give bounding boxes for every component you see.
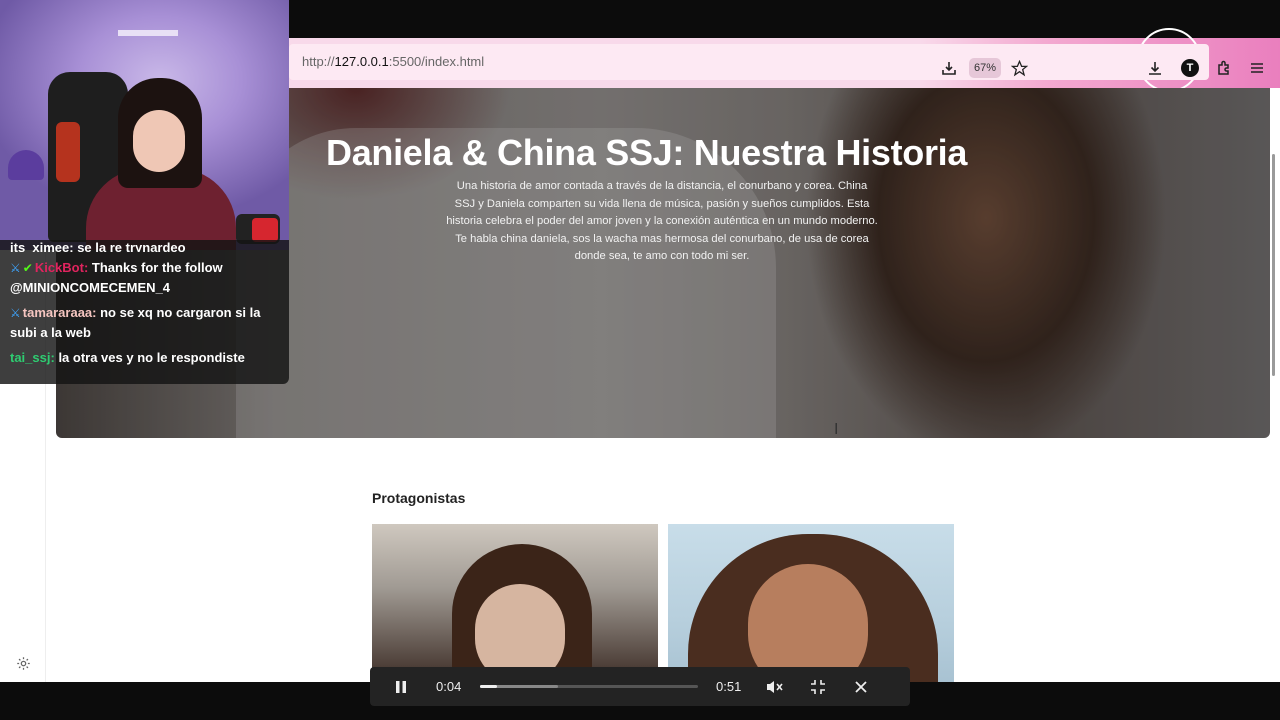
save-page-icon[interactable] bbox=[939, 58, 959, 78]
chat-message: ⚔ ✔ KickBot: Thanks for the follow @MINION… bbox=[10, 258, 279, 297]
text-cursor-icon: I bbox=[834, 421, 839, 438]
protagonist-card-1[interactable] bbox=[372, 524, 658, 684]
chat-text: la otra ves y no le respondiste bbox=[58, 350, 245, 365]
photo-face bbox=[748, 564, 868, 684]
close-icon[interactable] bbox=[850, 676, 872, 698]
address-bar[interactable]: http://127.0.0.1:5500/index.html bbox=[289, 44, 1209, 80]
star-icon[interactable] bbox=[1009, 58, 1029, 78]
webcam-plush bbox=[8, 150, 44, 180]
media-player-controls: 0:04 0:51 bbox=[370, 667, 910, 706]
zoom-level-badge[interactable]: 67% bbox=[969, 58, 1001, 78]
screen: ★ http://127.0.0.1:5500/index.html 67% T… bbox=[0, 0, 1280, 720]
seek-bar[interactable] bbox=[480, 685, 698, 688]
seek-progress bbox=[480, 685, 497, 688]
download-icon[interactable] bbox=[1145, 58, 1165, 78]
scrollbar-thumb[interactable] bbox=[1272, 154, 1275, 376]
webcam-shelf bbox=[118, 30, 178, 36]
current-time: 0:04 bbox=[436, 679, 462, 694]
browser-toolbar: ★ http://127.0.0.1:5500/index.html 67% T bbox=[289, 28, 1280, 92]
mute-icon[interactable] bbox=[764, 676, 786, 698]
verified-badge-icon: ✔ bbox=[22, 261, 33, 275]
webcam-chair-accent bbox=[56, 122, 80, 182]
url-text[interactable]: http://127.0.0.1:5500/index.html bbox=[302, 54, 484, 69]
webcam-person-face bbox=[133, 110, 185, 172]
duration-time: 0:51 bbox=[716, 679, 742, 694]
gear-icon[interactable] bbox=[14, 654, 32, 672]
chat-overlay: its_ximee: se la re trynardeo ⚔ ✔ KickBot:… bbox=[0, 240, 289, 384]
hero-title: Daniela & China SSJ: Nuestra Historia bbox=[326, 132, 968, 173]
pause-icon[interactable] bbox=[390, 676, 412, 698]
chat-username: tai_ssj: bbox=[10, 350, 55, 365]
chat-username: tamararaaa: bbox=[22, 305, 97, 320]
section-title-protagonistas: Protagonistas bbox=[372, 490, 466, 506]
protagonist-card-2[interactable] bbox=[668, 524, 954, 684]
extensions-icon[interactable] bbox=[1214, 58, 1234, 78]
moderator-badge-icon: ⚔ bbox=[10, 306, 21, 320]
chat-partial-line: its_ximee: se la re trynardeo bbox=[10, 240, 186, 252]
exit-fullscreen-icon[interactable] bbox=[807, 676, 829, 698]
account-avatar[interactable]: T bbox=[1181, 59, 1199, 77]
chat-message: tai_ssj: la otra ves y no le respondiste bbox=[10, 348, 279, 367]
hero-description: Una historia de amor contada a través de… bbox=[446, 180, 878, 263]
hamburger-menu-icon[interactable] bbox=[1247, 58, 1267, 78]
webcam-overlay bbox=[0, 0, 289, 250]
chat-message: ⚔ tamararaaa: no se xq no cargaron si la … bbox=[10, 303, 279, 342]
chat-username: KickBot: bbox=[34, 260, 89, 275]
moderator-badge-icon: ⚔ bbox=[10, 261, 21, 275]
